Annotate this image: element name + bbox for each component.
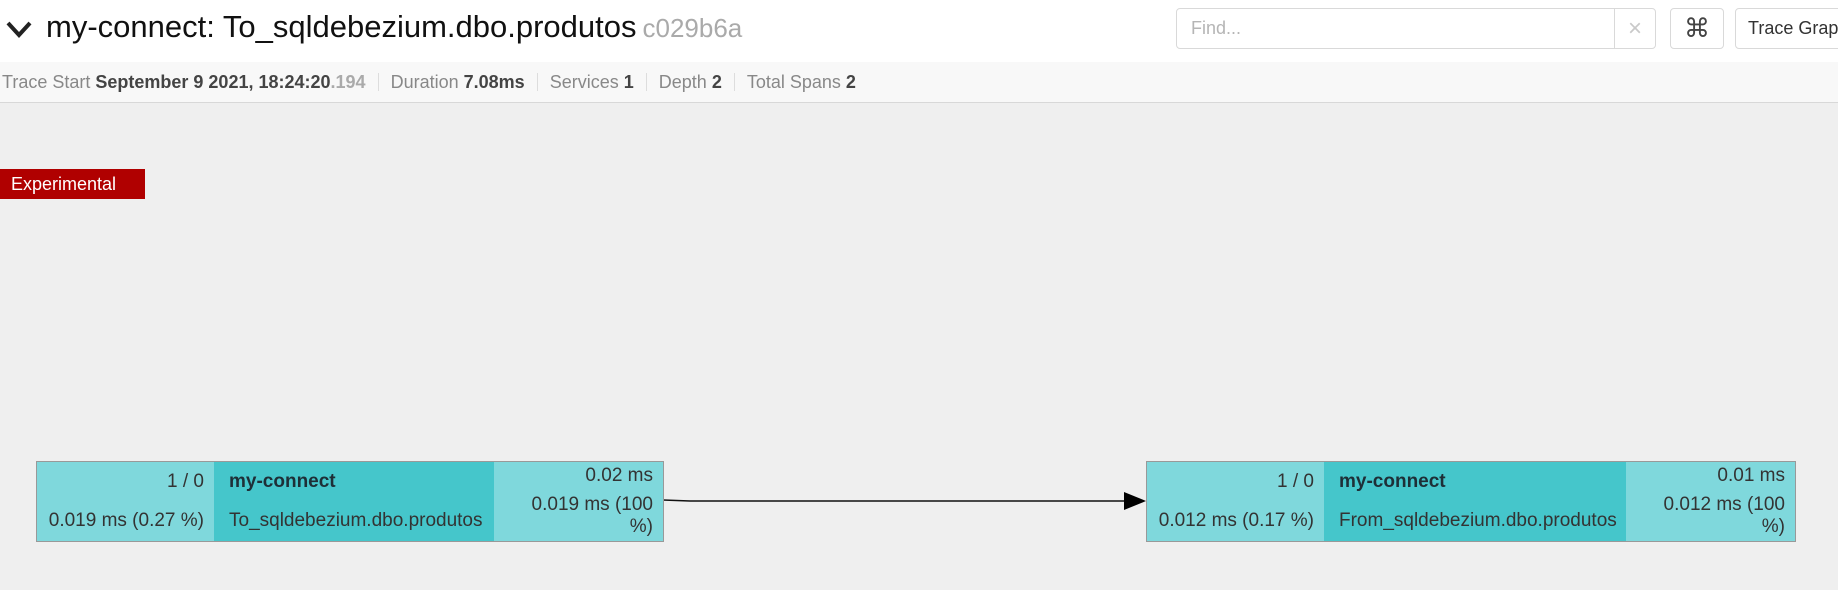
node-total-time: 0.02 ms: [585, 465, 653, 487]
node-operation-name: From_sqldebezium.dbo.produtos: [1339, 510, 1617, 532]
trace-graph-node[interactable]: 1 / 0 0.012 ms (0.17 %) my-connect From_…: [1146, 461, 1796, 542]
node-total-time: 0.01 ms: [1717, 465, 1785, 487]
node-self-percent: 0.019 ms (100 %): [531, 493, 653, 537]
node-self-time: 0.012 ms (0.17 %): [1158, 510, 1314, 532]
node-service-name: my-connect: [1339, 470, 1446, 492]
trace-graph-node[interactable]: 1 / 0 0.019 ms (0.27 %) my-connect To_sq…: [36, 461, 664, 542]
node-self-percent: 0.012 ms (100 %): [1663, 493, 1785, 537]
node-self-time: 0.019 ms (0.27 %): [48, 510, 204, 532]
node-operation-name: To_sqldebezium.dbo.produtos: [229, 510, 483, 532]
node-span-count: 1 / 0: [167, 470, 204, 492]
node-span-count: 1 / 0: [1277, 470, 1314, 492]
node-service-name: my-connect: [229, 470, 336, 492]
